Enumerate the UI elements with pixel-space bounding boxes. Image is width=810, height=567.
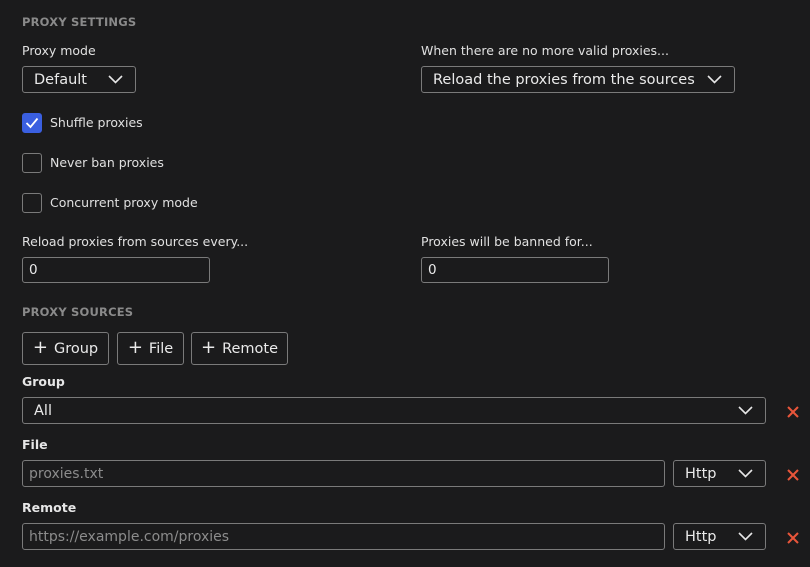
remote-type-value: Http	[685, 528, 717, 545]
proxy-sources-title: PROXY SOURCES	[22, 305, 134, 319]
chevron-down-icon	[738, 469, 753, 478]
proxy-mode-select[interactable]: Default	[22, 66, 136, 93]
file-type-value: Http	[685, 465, 717, 482]
no-valid-proxies-value: Reload the proxies from the sources	[433, 71, 695, 88]
close-icon[interactable]	[786, 405, 800, 419]
file-type-select[interactable]: Http	[673, 460, 766, 487]
no-valid-proxies-select[interactable]: Reload the proxies from the sources	[421, 66, 735, 93]
group-source-select[interactable]: All	[22, 397, 766, 424]
ban-duration-label: Proxies will be banned for...	[421, 234, 593, 249]
add-group-button[interactable]: + Group	[22, 332, 109, 365]
group-source-label: Group	[22, 374, 65, 389]
proxy-settings-title: PROXY SETTINGS	[22, 15, 137, 29]
add-remote-button[interactable]: + Remote	[191, 332, 288, 365]
file-path-input[interactable]: proxies.txt	[22, 460, 665, 487]
concurrent-proxy-mode-checkbox[interactable]	[22, 193, 42, 213]
plus-icon: +	[127, 336, 143, 358]
close-icon[interactable]	[786, 531, 800, 545]
add-file-label: File	[148, 340, 174, 357]
proxy-mode-value: Default	[34, 71, 87, 88]
chevron-down-icon	[707, 75, 722, 84]
remote-url-input[interactable]: https://example.com/proxies	[22, 523, 665, 550]
ban-duration-input[interactable]: 0	[421, 257, 609, 283]
file-source-label: File	[22, 437, 48, 452]
chevron-down-icon	[738, 532, 753, 541]
add-file-button[interactable]: + File	[117, 332, 184, 365]
remote-type-select[interactable]: Http	[673, 523, 766, 550]
never-ban-proxies-checkbox[interactable]	[22, 153, 42, 173]
proxy-mode-label: Proxy mode	[22, 43, 96, 58]
close-icon[interactable]	[786, 468, 800, 482]
check-icon	[25, 117, 39, 129]
reload-interval-label: Reload proxies from sources every...	[22, 234, 249, 249]
plus-icon: +	[32, 336, 48, 358]
shuffle-proxies-label: Shuffle proxies	[50, 115, 143, 130]
concurrent-proxy-mode-label: Concurrent proxy mode	[50, 195, 198, 210]
plus-icon: +	[200, 336, 217, 358]
add-group-label: Group	[53, 340, 99, 357]
group-source-value: All	[34, 402, 52, 419]
chevron-down-icon	[738, 406, 753, 415]
no-valid-proxies-label: When there are no more valid proxies...	[421, 43, 669, 58]
never-ban-proxies-label: Never ban proxies	[50, 155, 164, 170]
chevron-down-icon	[108, 75, 123, 84]
shuffle-proxies-checkbox[interactable]	[22, 113, 42, 133]
reload-interval-input[interactable]: 0	[22, 257, 210, 283]
add-remote-label: Remote	[222, 340, 279, 357]
remote-source-label: Remote	[22, 500, 77, 515]
